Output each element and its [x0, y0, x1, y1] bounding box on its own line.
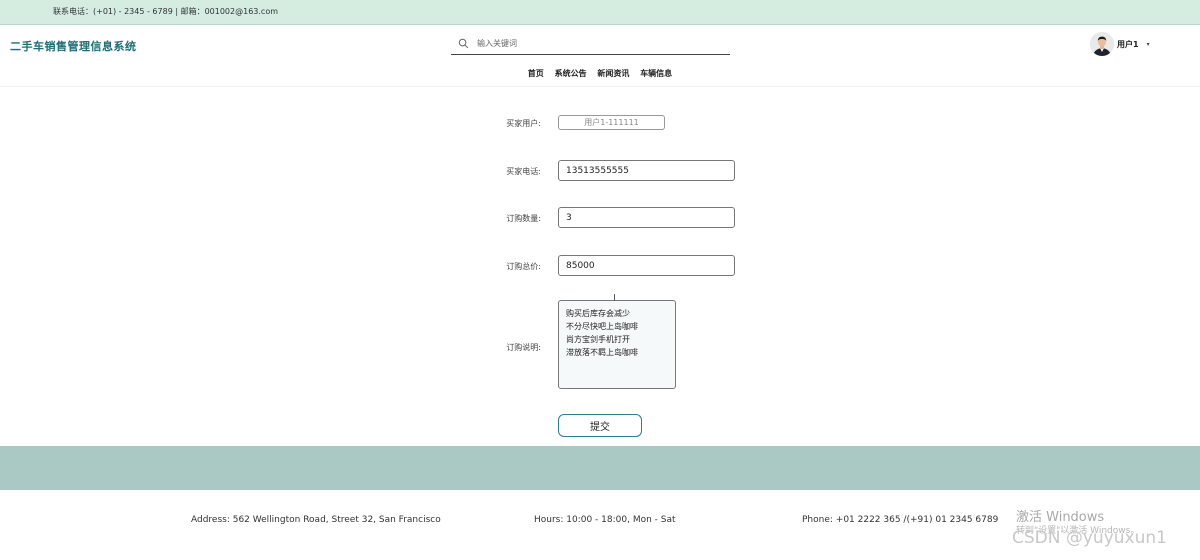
chevron-down-icon[interactable]: ▾ — [1147, 41, 1150, 48]
buyer-phone-field[interactable] — [558, 160, 735, 181]
nav-item-vehicles[interactable]: 车辆信息 — [640, 68, 672, 79]
total-price-field[interactable] — [558, 255, 735, 276]
total-price-label: 订购总价: — [506, 262, 541, 271]
main-nav: 首页 系统公告 新闻资讯 车辆信息 — [0, 68, 1200, 79]
top-contact-bar: 联系电话：(+01) - 2345 - 6789 | 邮箱：001002@163… — [0, 0, 1200, 25]
footer-band — [0, 446, 1200, 490]
buyer-phone-label: 买家电话: — [506, 167, 541, 176]
search-input[interactable] — [477, 35, 717, 51]
footer-address: Address: 562 Wellington Road, Street 32,… — [191, 515, 441, 525]
order-description-textarea[interactable]: 购买后库存会减少 不分尽快吧上岛咖啡 尚方宝剑手机打开 滞放落不羁上岛咖啡 — [558, 300, 676, 389]
nav-item-news[interactable]: 新闻资讯 — [597, 68, 629, 79]
footer-phone: Phone: +01 2222 365 /(+91) 01 2345 6789 — [802, 515, 999, 525]
contact-info: 联系电话：(+01) - 2345 - 6789 | 邮箱：001002@163… — [53, 7, 279, 16]
avatar[interactable] — [1090, 32, 1114, 56]
user-menu[interactable]: 用户1 ▾ — [1090, 30, 1150, 58]
nav-item-home[interactable]: 首页 — [528, 68, 544, 79]
order-description-label: 订购说明: — [506, 343, 541, 352]
submit-button[interactable]: 提交 — [558, 414, 642, 437]
user-name[interactable]: 用户1 — [1117, 39, 1139, 50]
nav-item-announcements[interactable]: 系统公告 — [555, 68, 587, 79]
user-avatar-icon — [1090, 32, 1114, 56]
search-icon[interactable] — [458, 38, 469, 49]
text-cursor-icon: I — [613, 293, 616, 304]
csdn-watermark: CSDN @yuyuxun1 — [1012, 528, 1167, 548]
quantity-field[interactable] — [558, 207, 735, 228]
buyer-user-label: 买家用户: — [506, 119, 541, 128]
search-bar — [451, 33, 730, 55]
buyer-user-field[interactable] — [558, 115, 665, 130]
quantity-label: 订购数量: — [506, 214, 541, 223]
footer-hours: Hours: 10:00 - 18:00, Mon - Sat — [534, 515, 676, 525]
site-brand[interactable]: 二手车销售管理信息系统 — [10, 38, 137, 54]
site-header: 二手车销售管理信息系统 用户1 ▾ 首页 系统公告 新闻资讯 车辆信息 — [0, 25, 1200, 87]
